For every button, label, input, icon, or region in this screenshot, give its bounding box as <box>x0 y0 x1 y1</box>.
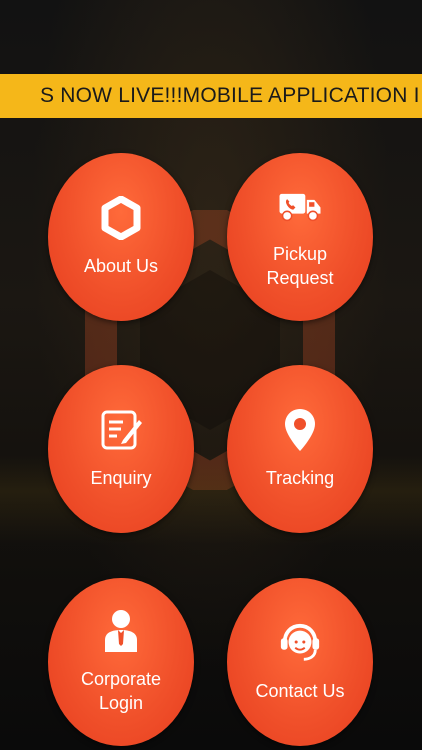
news-ticker: S NOW LIVE!!!MOBILE APPLICATION I <box>0 74 422 118</box>
corporate-login-button[interactable]: Corporate Login <box>48 578 194 746</box>
business-user-icon <box>99 609 143 653</box>
contact-us-label: Contact Us <box>255 681 345 701</box>
location-pin-icon <box>278 408 322 452</box>
enquiry-label: Enquiry <box>90 468 152 488</box>
pickup-request-button[interactable]: Pickup Request <box>227 153 373 321</box>
about-us-label: About Us <box>83 256 159 276</box>
contact-us-button[interactable]: Contact Us <box>227 578 373 746</box>
enquiry-button[interactable]: Enquiry <box>48 365 194 533</box>
support-headset-icon <box>278 621 322 665</box>
corporate-login-label: Corporate Login <box>80 669 162 713</box>
hexagon-icon <box>99 196 143 240</box>
pickup-request-label: Pickup Request <box>266 244 334 288</box>
tracking-button[interactable]: Tracking <box>227 365 373 533</box>
edit-form-icon <box>99 408 143 452</box>
tracking-label: Tracking <box>265 468 335 488</box>
ticker-text: S NOW LIVE!!!MOBILE APPLICATION I <box>40 84 420 107</box>
about-us-button[interactable]: About Us <box>48 153 194 321</box>
delivery-truck-icon <box>278 184 322 228</box>
